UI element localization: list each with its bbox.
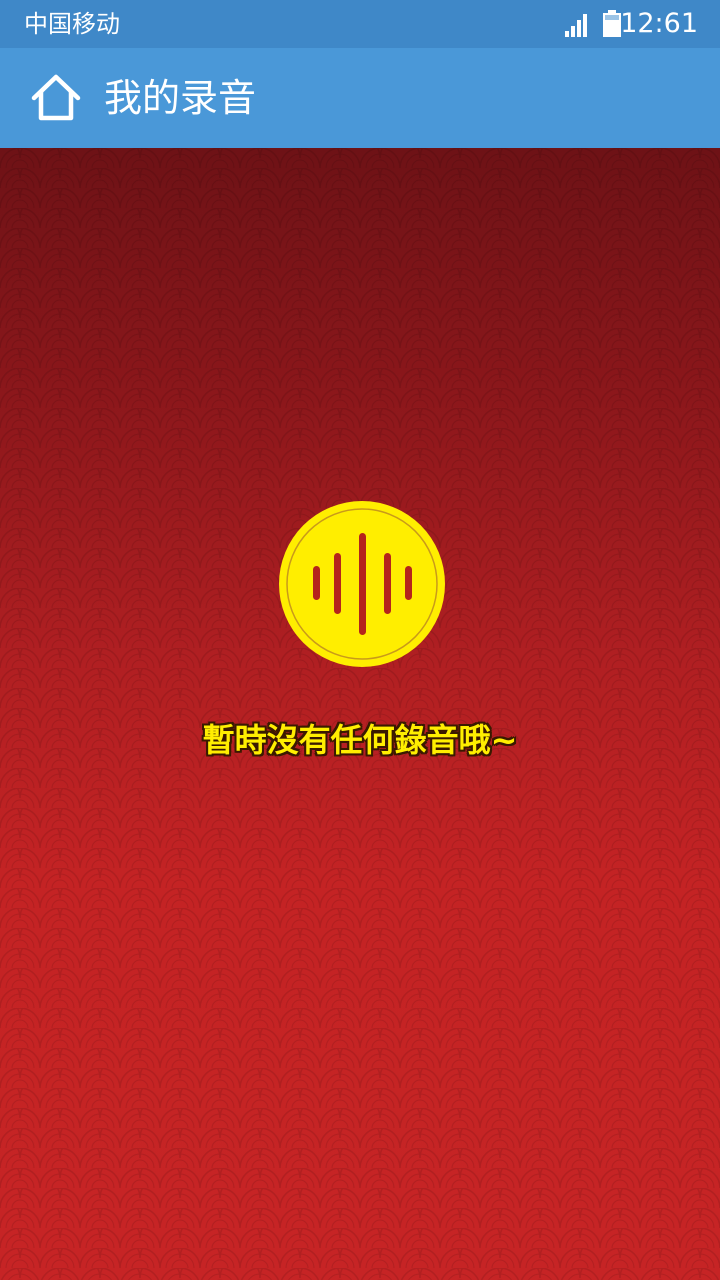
signal-icon — [565, 14, 587, 37]
clock: 12:61 — [620, 8, 698, 39]
carrier-name: 中国移动 — [24, 10, 120, 38]
page-title: 我的录音 — [104, 76, 257, 120]
empty-state-message: 暫時沒有任何錄音哦~ — [202, 721, 518, 759]
battery-icon — [603, 10, 621, 37]
status-bar: 中国移动 12:61 — [0, 0, 720, 48]
empty-content-area: 暫時沒有任何錄音哦~ — [0, 148, 720, 1280]
home-icon[interactable] — [30, 72, 82, 124]
app-bar: 我的录音 — [0, 48, 720, 148]
wave-pattern-background — [0, 148, 720, 1280]
recordings-screen: 中国移动 12:61 我的录音 暫時沒有任何錄音哦~ — [0, 0, 720, 1280]
sound-wave-icon — [279, 501, 445, 667]
